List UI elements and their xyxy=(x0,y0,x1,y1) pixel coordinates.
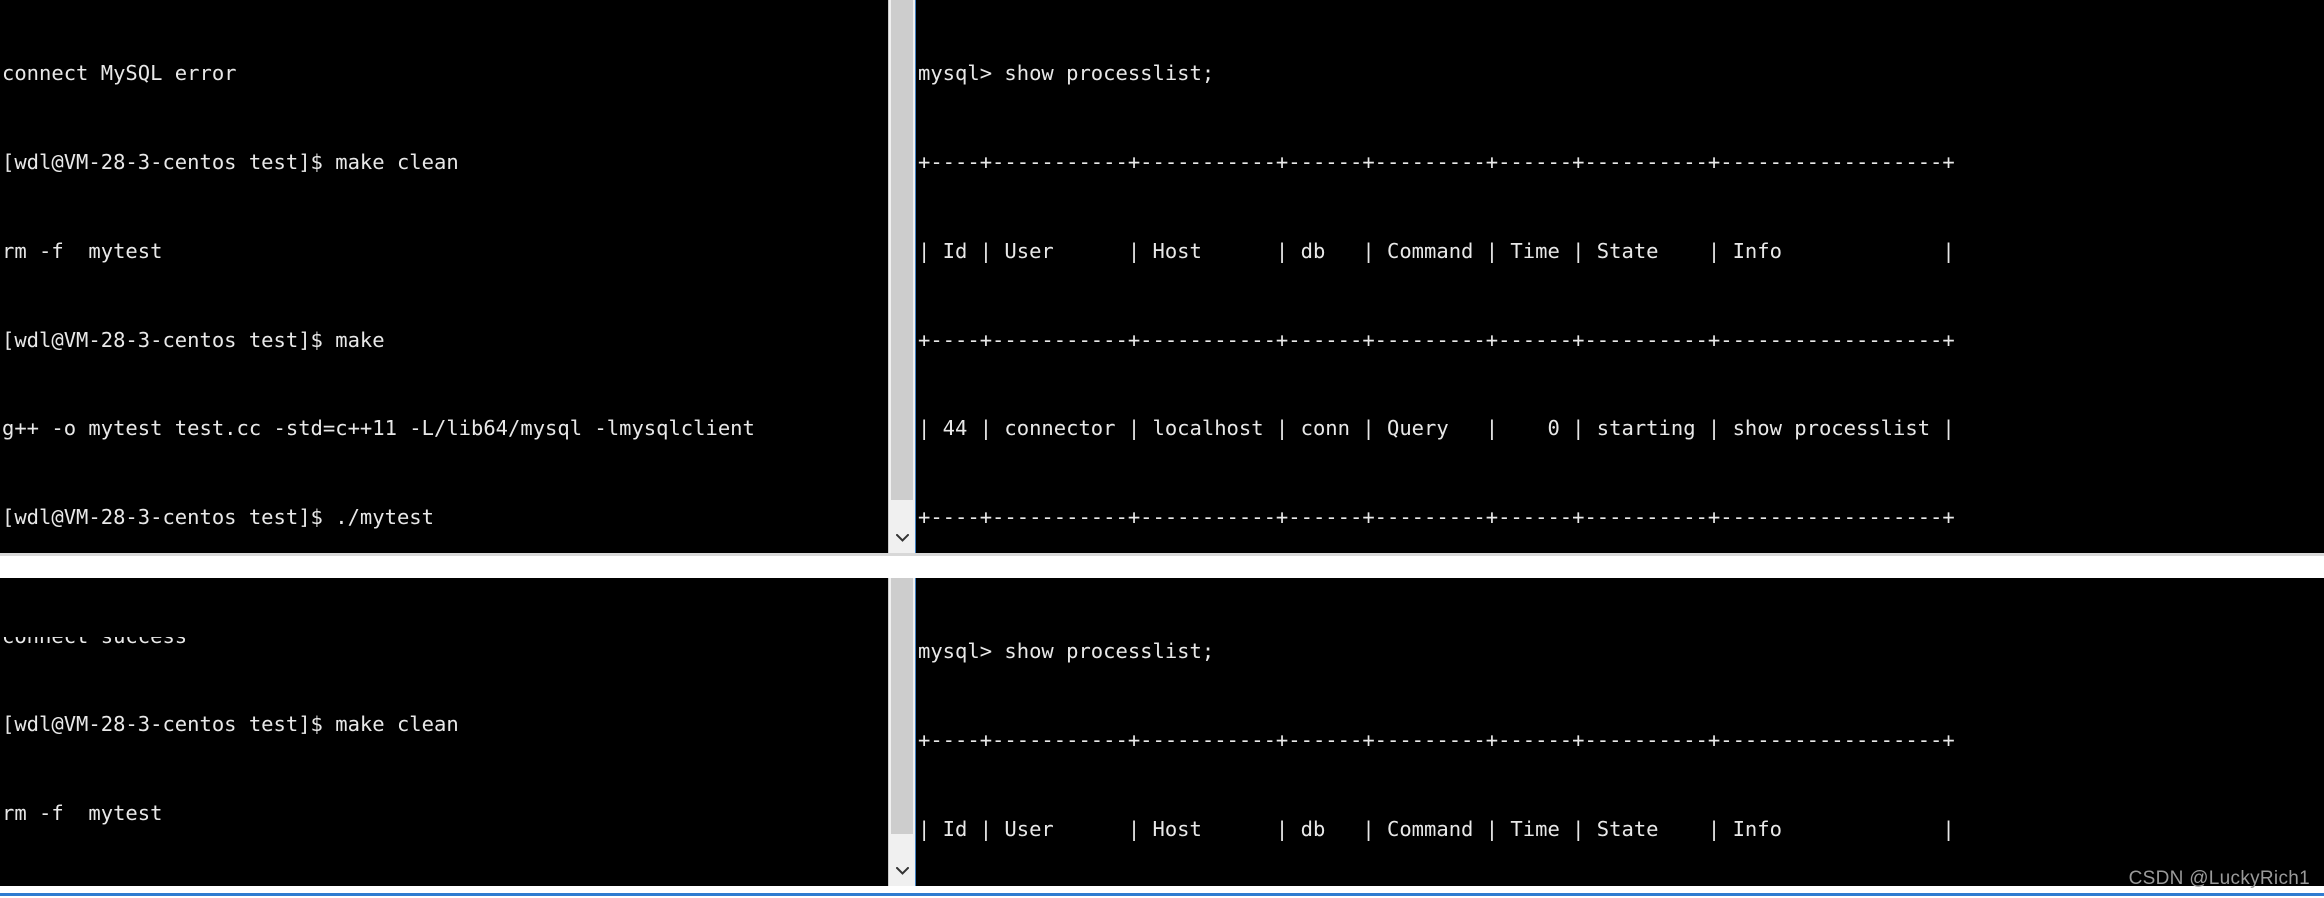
terminal-line: +----+-----------+-----------+------+---… xyxy=(918,149,1955,174)
terminal-line: +----+-----------+-----------+------+---… xyxy=(918,327,1955,352)
terminal-line: [wdl@VM-28-3-centos test]$ make clean xyxy=(2,712,459,737)
screenshot-bottom: connect success [wdl@VM-28-3-centos test… xyxy=(0,578,2324,898)
terminal-line: | Id | User | Host | db | Command | Time… xyxy=(918,816,1955,841)
watermark: CSDN @LuckyRich1 xyxy=(2128,868,2310,889)
scrollbar-thumb[interactable] xyxy=(891,578,913,834)
bash-terminal-bottom[interactable]: connect success [wdl@VM-28-3-centos test… xyxy=(0,578,888,886)
page-bottom-rule xyxy=(0,893,2324,896)
terminal-line: mysql> show processlist; xyxy=(918,639,1215,664)
bash-terminal-top[interactable]: connect MySQL error [wdl@VM-28-3-centos … xyxy=(0,0,888,553)
screenshot-page: connect MySQL error [wdl@VM-28-3-centos … xyxy=(0,0,2324,898)
terminal-line: [wdl@VM-28-3-centos test]$ make clean xyxy=(2,149,459,174)
terminal-line: rm -f mytest xyxy=(2,801,163,826)
terminal-line-clipped: connect success xyxy=(0,637,888,651)
terminal-line: [wdl@VM-28-3-centos test]$ ./mytest xyxy=(2,505,434,530)
mysql-terminal-top[interactable]: mysql> show processlist; +----+---------… xyxy=(916,0,2324,553)
terminal-line: +----+-----------+-----------+------+---… xyxy=(918,505,1955,530)
terminal-line: g++ -o mytest test.cc -std=c++11 -L/lib6… xyxy=(2,416,755,441)
chevron-down-icon xyxy=(895,534,909,542)
vertical-scrollbar-top[interactable] xyxy=(888,0,916,553)
terminal-line: rm -f mytest xyxy=(2,238,163,263)
shot-bottom-edge xyxy=(0,553,2324,556)
screenshot-top: connect MySQL error [wdl@VM-28-3-centos … xyxy=(0,0,2324,564)
vertical-scrollbar-bottom[interactable] xyxy=(888,578,916,886)
scroll-down-button[interactable] xyxy=(889,856,915,886)
terminal-line: | 44 | connector | localhost | conn | Qu… xyxy=(918,416,1955,441)
scrollbar-thumb[interactable] xyxy=(891,0,913,500)
terminal-line: mysql> show processlist; xyxy=(918,61,1215,86)
chevron-down-icon xyxy=(895,867,909,875)
terminal-line: +----+-----------+-----------+------+---… xyxy=(918,727,1955,752)
scroll-down-button[interactable] xyxy=(889,523,915,553)
mysql-terminal-bottom[interactable]: mysql> show processlist; +----+---------… xyxy=(916,578,2324,886)
terminal-line: connect MySQL error xyxy=(2,61,237,86)
terminal-line: | Id | User | Host | db | Command | Time… xyxy=(918,238,1955,263)
terminal-line: [wdl@VM-28-3-centos test]$ make xyxy=(2,327,385,352)
